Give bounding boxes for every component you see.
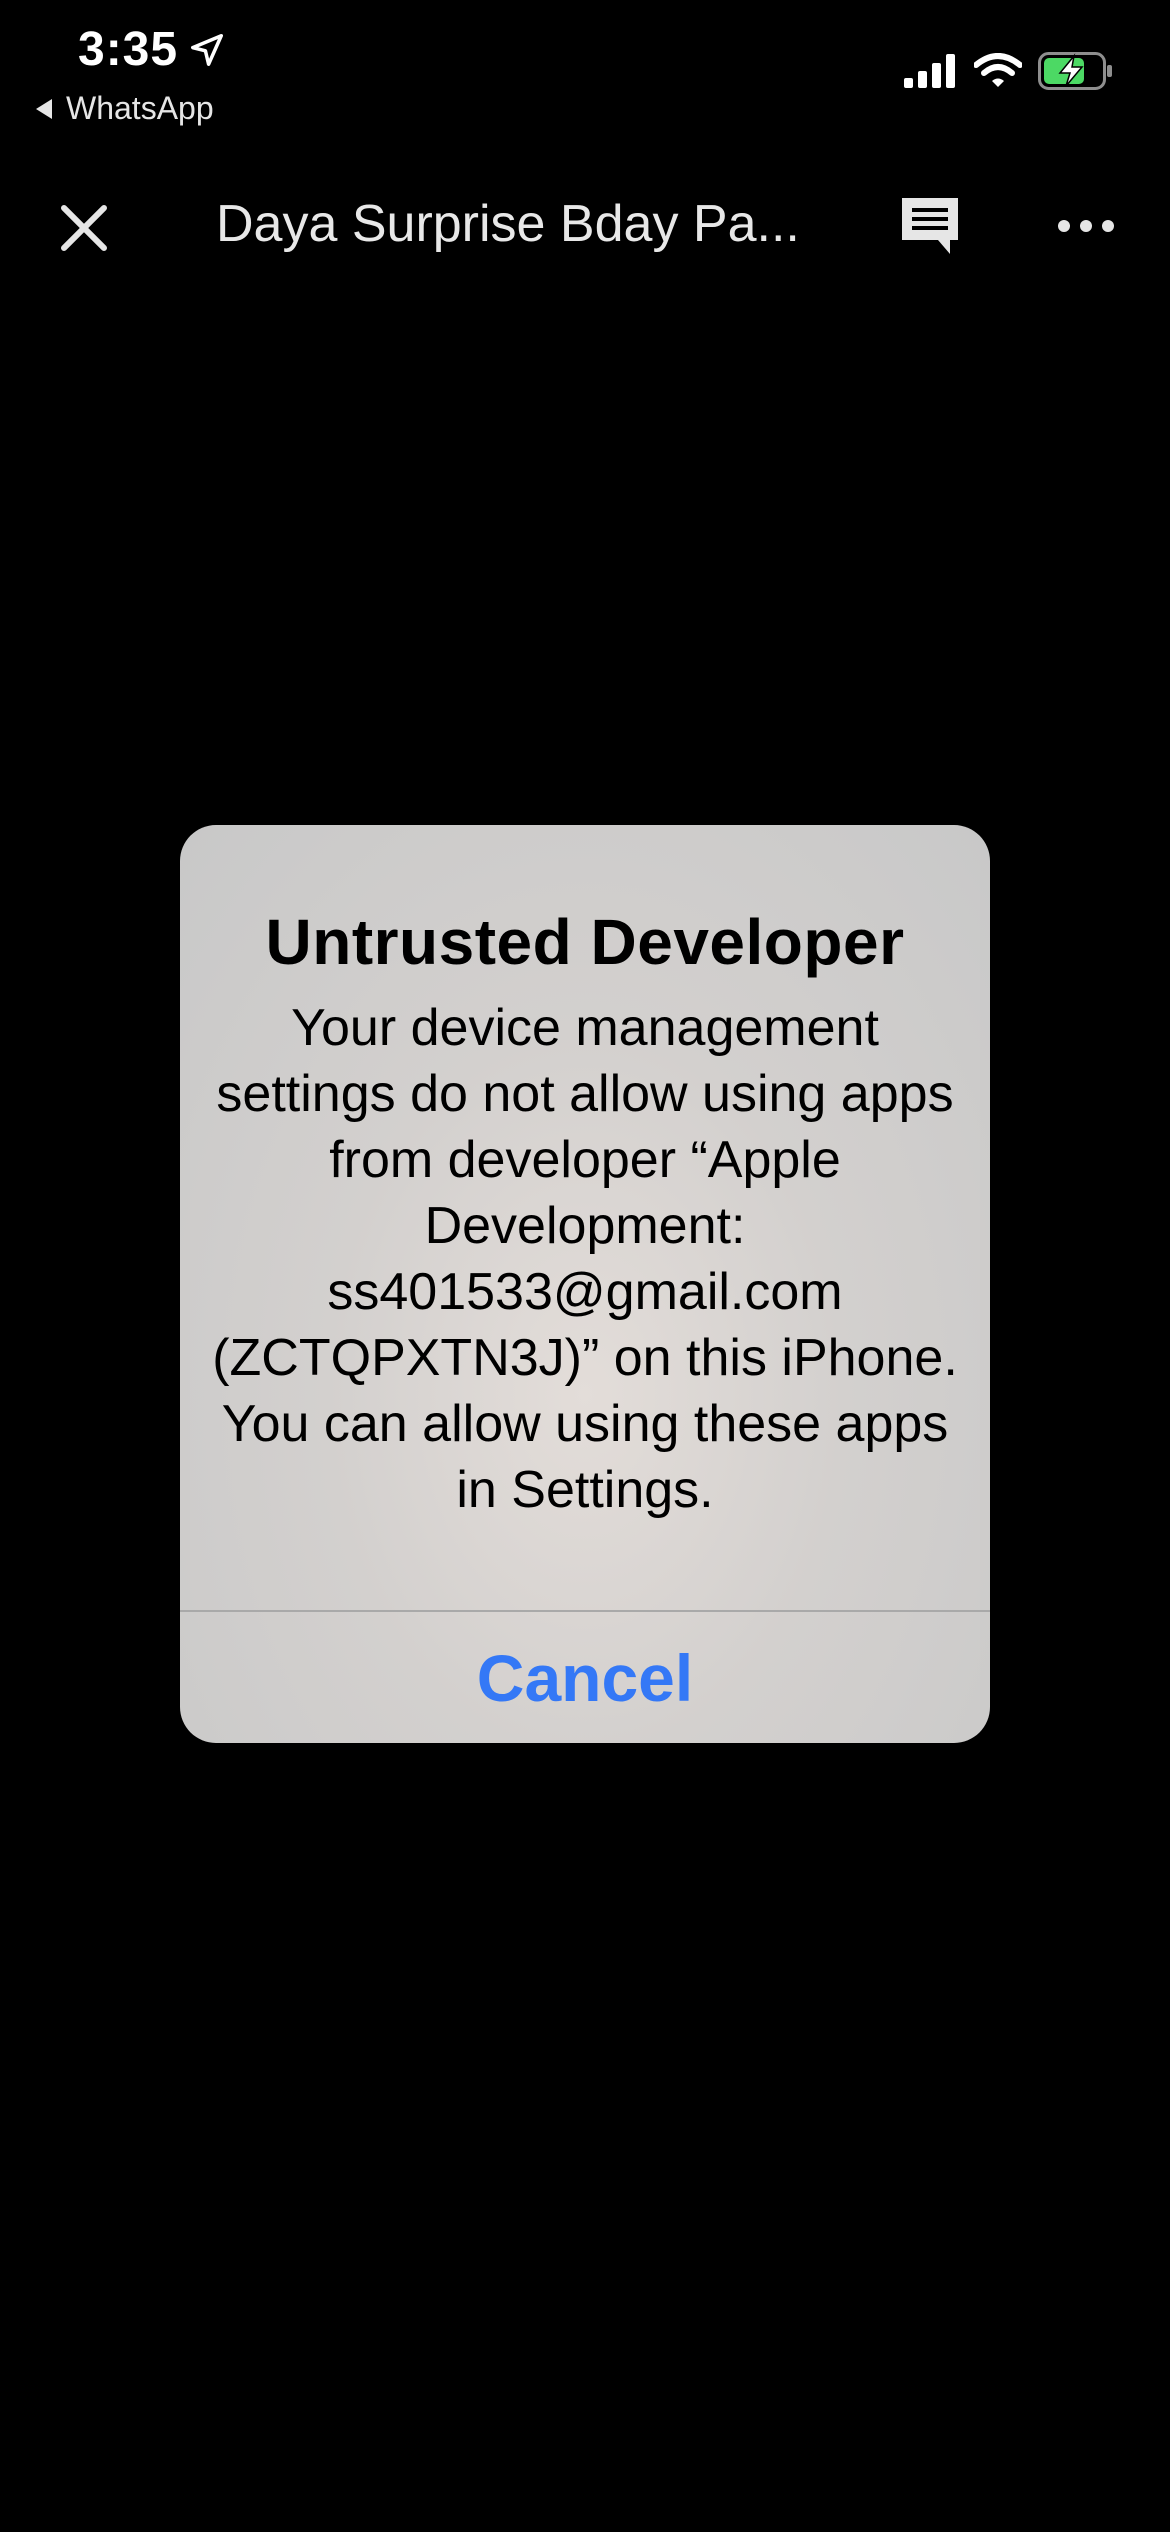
untrusted-developer-alert: Untrusted Developer Your device manageme… [180,825,990,1743]
status-bar: 3:35 WhatsApp [0,0,1170,150]
wifi-icon [974,53,1022,89]
alert-title: Untrusted Developer [265,906,905,978]
location-arrow-icon [188,31,226,69]
alert-message: Your device management settings do not a… [212,999,958,1519]
more-icon[interactable] [1056,206,1116,246]
back-app-label: WhatsApp [66,90,214,126]
battery-charging-icon [1038,52,1114,90]
status-indicators [904,52,1114,90]
cancel-button[interactable]: Cancel [180,1612,990,1743]
nav-bar: Daya Surprise Bday Pa... [0,170,1170,280]
document-title: Daya Surprise Bday Pa... [216,195,800,253]
back-to-app-button[interactable]: WhatsApp [36,90,214,127]
back-arrow-icon [36,98,52,119]
cellular-signal-icon [904,54,958,88]
close-icon[interactable] [54,198,114,258]
status-time-group: 3:35 [78,22,226,77]
comment-icon[interactable] [896,192,966,262]
status-time: 3:35 [78,23,179,76]
